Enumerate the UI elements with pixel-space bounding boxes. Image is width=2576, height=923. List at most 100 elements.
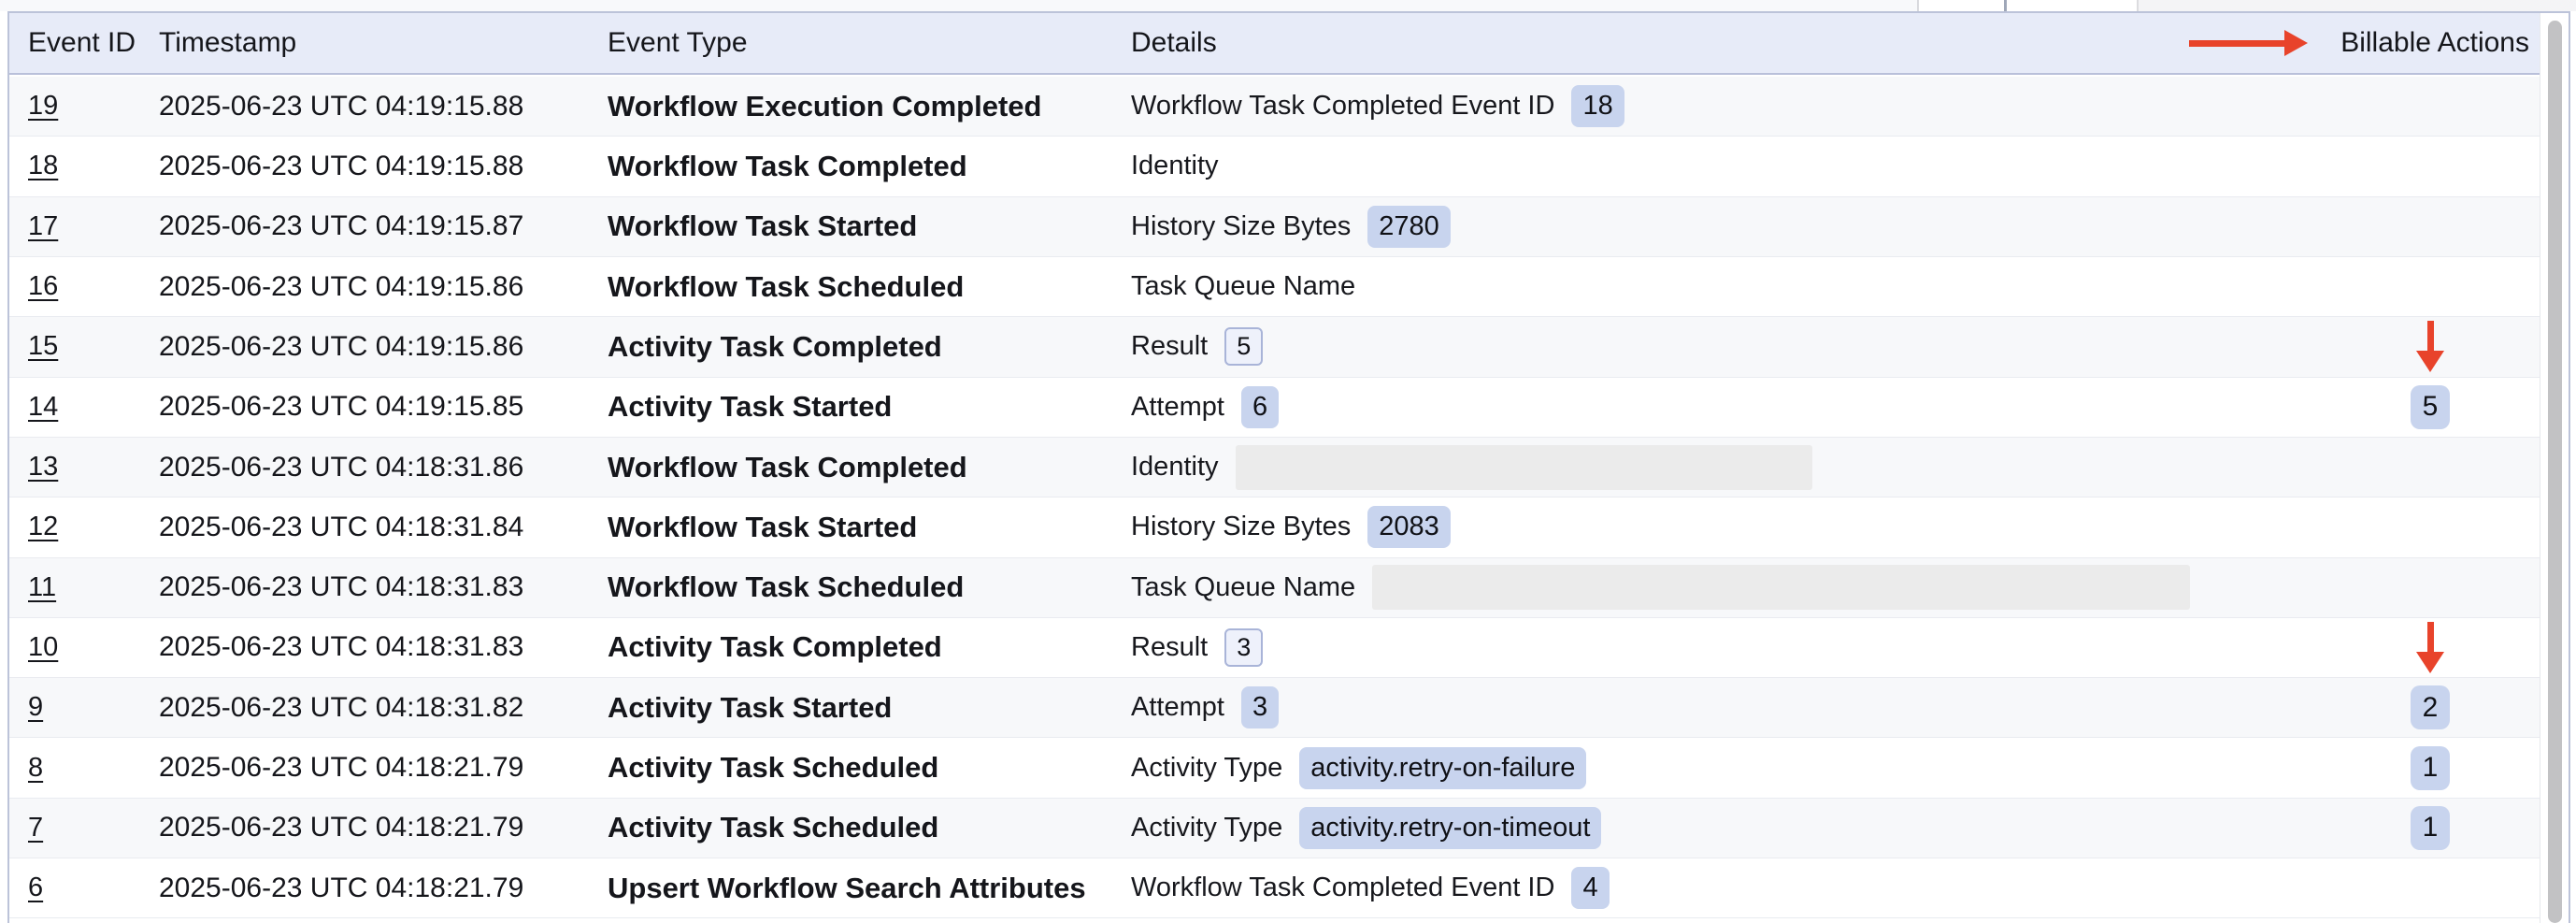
event-type-cell: Workflow Execution Completed <box>608 77 1041 136</box>
details-cell: Workflow Task Completed Event ID 4 <box>1131 858 1610 917</box>
table-row[interactable]: 15 2025-06-23 UTC 04:19:15.86 Activity T… <box>9 317 2540 377</box>
detail-value-badge: 2083 <box>1367 506 1451 548</box>
event-id-link[interactable]: 15 <box>28 331 58 362</box>
vertical-scrollbar-thumb[interactable] <box>2548 21 2562 923</box>
table-row[interactable]: 17 2025-06-23 UTC 04:19:15.87 Workflow T… <box>9 197 2540 257</box>
table-row[interactable]: 11 2025-06-23 UTC 04:18:31.83 Workflow T… <box>9 558 2540 618</box>
event-id-link[interactable]: 10 <box>28 632 58 663</box>
event-id-cell: 14 <box>28 378 58 437</box>
table-row[interactable]: 7 2025-06-23 UTC 04:18:21.79 Activity Ta… <box>9 799 2540 858</box>
event-id-cell: 15 <box>28 317 58 376</box>
event-id-cell: 9 <box>28 678 43 737</box>
event-id-link[interactable]: 14 <box>28 392 58 423</box>
event-id-link[interactable]: 7 <box>28 813 43 844</box>
detail-label: Identity <box>1131 452 1219 483</box>
column-header-details: Details <box>1131 13 1217 73</box>
redacted-value-block <box>1236 445 1812 490</box>
details-cell: Workflow Task Completed Event ID 18 <box>1131 77 1624 136</box>
event-id-link[interactable]: 11 <box>28 572 56 603</box>
detail-label: Workflow Task Completed Event ID <box>1131 91 1554 122</box>
detail-label: Identity <box>1131 151 1219 181</box>
billable-count-badge: 1 <box>2411 806 2450 850</box>
event-id-cell: 12 <box>28 498 58 556</box>
arrow-head <box>2284 30 2308 56</box>
timestamp-cell: 2025-06-23 UTC 04:19:15.87 <box>159 197 523 256</box>
event-type-cell: Workflow Task Completed <box>608 137 967 195</box>
details-cell: Identity <box>1131 137 1219 195</box>
detail-value-badge: 5 <box>1224 327 1263 366</box>
table-row[interactable]: 18 2025-06-23 UTC 04:19:15.88 Workflow T… <box>9 137 2540 196</box>
column-header-event-type: Event Type <box>608 13 748 73</box>
billable-actions-cell: 1 <box>2393 799 2468 858</box>
event-history-table-card: Event ID Timestamp Event Type Details Bi… <box>7 11 2570 923</box>
red-down-arrow-annotation <box>2416 321 2444 372</box>
event-id-link[interactable]: 16 <box>28 271 58 302</box>
arrow-shaft <box>2427 622 2434 652</box>
detail-label: Result <box>1131 331 1208 362</box>
arrow-head <box>2416 351 2444 372</box>
table-row[interactable]: 10 2025-06-23 UTC 04:18:31.83 Activity T… <box>9 618 2540 678</box>
details-cell: Activity Type activity.retry-on-failure <box>1131 738 1586 797</box>
timestamp-cell: 2025-06-23 UTC 04:18:31.83 <box>159 618 523 677</box>
table-row[interactable]: 12 2025-06-23 UTC 04:18:31.84 Workflow T… <box>9 498 2540 557</box>
details-cell: Identity <box>1131 438 1812 497</box>
event-type-cell: Workflow Task Started <box>608 197 917 256</box>
redacted-value-block <box>1372 565 2190 610</box>
event-id-link[interactable]: 19 <box>28 91 58 122</box>
vertical-scrollbar-track[interactable] <box>2540 13 2569 923</box>
billable-actions-cell <box>2393 498 2468 556</box>
detail-label: History Size Bytes <box>1131 512 1351 542</box>
event-id-link[interactable]: 18 <box>28 151 58 181</box>
billable-actions-cell: 2 <box>2393 678 2468 737</box>
billable-actions-cell <box>2393 77 2468 136</box>
event-id-cell: 6 <box>28 858 43 917</box>
billable-actions-cell <box>2393 858 2468 917</box>
detail-label: Task Queue Name <box>1131 271 1355 302</box>
table-row[interactable]: 9 2025-06-23 UTC 04:18:31.82 Activity Ta… <box>9 678 2540 738</box>
detail-label: Workflow Task Completed Event ID <box>1131 873 1554 903</box>
table-row[interactable]: 6 2025-06-23 UTC 04:18:21.79 Upsert Work… <box>9 858 2540 918</box>
table-header-row: Event ID Timestamp Event Type Details Bi… <box>9 13 2540 75</box>
table-row[interactable]: 14 2025-06-23 UTC 04:19:15.85 Activity T… <box>9 378 2540 438</box>
event-type-cell: Activity Task Started <box>608 378 892 437</box>
billable-actions-cell <box>2393 558 2468 617</box>
table-body: 19 2025-06-23 UTC 04:19:15.88 Workflow E… <box>9 77 2540 918</box>
event-id-link[interactable]: 13 <box>28 452 58 483</box>
timestamp-cell: 2025-06-23 UTC 04:19:15.86 <box>159 257 523 316</box>
detail-label: Task Queue Name <box>1131 572 1355 603</box>
table-row[interactable]: 8 2025-06-23 UTC 04:18:21.79 Activity Ta… <box>9 738 2540 798</box>
arrow-head <box>2416 652 2444 673</box>
timestamp-cell: 2025-06-23 UTC 04:18:21.79 <box>159 858 523 917</box>
billable-actions-cell <box>2393 438 2468 497</box>
timestamp-cell: 2025-06-23 UTC 04:19:15.88 <box>159 77 523 136</box>
details-cell: History Size Bytes 2780 <box>1131 197 1451 256</box>
event-id-link[interactable]: 12 <box>28 512 58 542</box>
event-id-link[interactable]: 8 <box>28 753 43 784</box>
details-cell: Task Queue Name <box>1131 558 2190 617</box>
details-cell: Attempt 6 <box>1131 378 1279 437</box>
event-id-link[interactable]: 9 <box>28 692 43 723</box>
timestamp-cell: 2025-06-23 UTC 04:19:15.86 <box>159 317 523 376</box>
details-cell: Result 5 <box>1131 317 1263 376</box>
event-id-cell: 19 <box>28 77 58 136</box>
timestamp-cell: 2025-06-23 UTC 04:18:31.82 <box>159 678 523 737</box>
event-id-cell: 8 <box>28 738 43 797</box>
detail-label: Activity Type <box>1131 813 1282 844</box>
table-row[interactable]: 13 2025-06-23 UTC 04:18:31.86 Workflow T… <box>9 438 2540 498</box>
column-header-billable-actions: Billable Actions <box>2340 13 2529 73</box>
detail-label: Result <box>1131 632 1208 663</box>
event-id-link[interactable]: 17 <box>28 211 58 242</box>
billable-actions-cell <box>2393 618 2468 677</box>
event-type-cell: Workflow Task Completed <box>608 438 967 497</box>
table-row[interactable]: 19 2025-06-23 UTC 04:19:15.88 Workflow E… <box>9 77 2540 137</box>
detail-value-badge: activity.retry-on-timeout <box>1299 807 1601 849</box>
detail-value-badge: 3 <box>1224 628 1263 667</box>
details-cell: Activity Type activity.retry-on-timeout <box>1131 799 1601 858</box>
detail-label: Activity Type <box>1131 753 1282 784</box>
billable-actions-cell <box>2393 257 2468 316</box>
arrow-shaft <box>2427 321 2434 351</box>
event-id-link[interactable]: 6 <box>28 873 43 903</box>
event-type-cell: Workflow Task Started <box>608 498 917 556</box>
table-row[interactable]: 16 2025-06-23 UTC 04:19:15.86 Workflow T… <box>9 257 2540 317</box>
billable-actions-cell <box>2393 137 2468 195</box>
